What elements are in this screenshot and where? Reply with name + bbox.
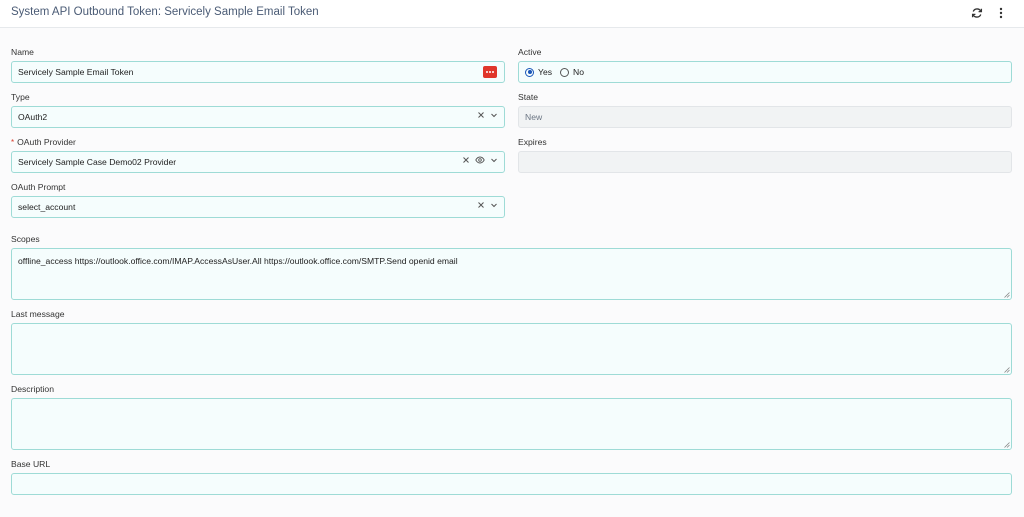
eye-icon[interactable] (475, 156, 485, 164)
expires-field (518, 151, 1012, 173)
more-vertical-icon[interactable] (993, 5, 1009, 21)
last-message-label: Last message (11, 309, 65, 319)
name-label: Name (11, 47, 34, 57)
refresh-icon[interactable] (969, 5, 985, 21)
chevron-down-icon[interactable] (490, 156, 498, 164)
oauth-provider-select[interactable]: Servicely Sample Case Demo02 Provider (11, 151, 505, 173)
oauth-provider-label-text: OAuth Provider (17, 137, 76, 147)
last-message-textarea[interactable] (11, 323, 1012, 375)
state-label: State (518, 92, 539, 102)
page-header: System API Outbound Token: Servicely Sam… (0, 0, 1024, 28)
active-label: Active (518, 47, 542, 57)
active-field: Yes No (518, 61, 1012, 83)
radio-checked-icon[interactable] (525, 67, 534, 77)
description-label: Description (11, 384, 54, 394)
active-no-label: No (573, 67, 585, 77)
state-value: New (525, 112, 543, 122)
scopes-textarea[interactable]: offline_access https://outlook.office.co… (11, 248, 1012, 300)
required-marker: * (11, 138, 15, 147)
active-no-option[interactable]: No (560, 67, 584, 77)
clear-icon[interactable] (477, 111, 485, 119)
resize-handle-icon[interactable] (1003, 366, 1010, 373)
oauth-prompt-select[interactable]: select_account (11, 196, 505, 218)
type-value: OAuth2 (18, 112, 48, 122)
radio-unchecked-icon[interactable] (560, 67, 570, 77)
clear-icon[interactable] (462, 156, 470, 164)
clear-icon[interactable] (477, 201, 485, 209)
resize-handle-icon[interactable] (1003, 441, 1010, 448)
active-yes-label: Yes (538, 67, 553, 77)
oauth-provider-label: * OAuth Provider (11, 137, 76, 147)
name-field[interactable]: Servicely Sample Email Token (11, 61, 505, 83)
chevron-down-icon[interactable] (490, 201, 498, 209)
type-select[interactable]: OAuth2 (11, 106, 505, 128)
expires-label: Expires (518, 137, 547, 147)
password-dots-icon[interactable] (483, 66, 497, 78)
name-value: Servicely Sample Email Token (18, 67, 134, 77)
description-textarea[interactable] (11, 398, 1012, 450)
resize-handle-icon[interactable] (1003, 291, 1010, 298)
scopes-value: offline_access https://outlook.office.co… (18, 256, 458, 266)
active-yes-option[interactable]: Yes (525, 67, 552, 77)
oauth-prompt-label: OAuth Prompt (11, 182, 66, 192)
chevron-down-icon[interactable] (490, 111, 498, 119)
page-title: System API Outbound Token: Servicely Sam… (11, 6, 319, 18)
oauth-provider-value: Servicely Sample Case Demo02 Provider (18, 157, 177, 167)
oauth-prompt-value: select_account (18, 202, 76, 212)
base-url-label: Base URL (11, 459, 51, 469)
type-label: Type (11, 92, 30, 102)
state-field: New (518, 106, 1012, 128)
scopes-label: Scopes (11, 234, 40, 244)
base-url-field[interactable] (11, 473, 1012, 495)
